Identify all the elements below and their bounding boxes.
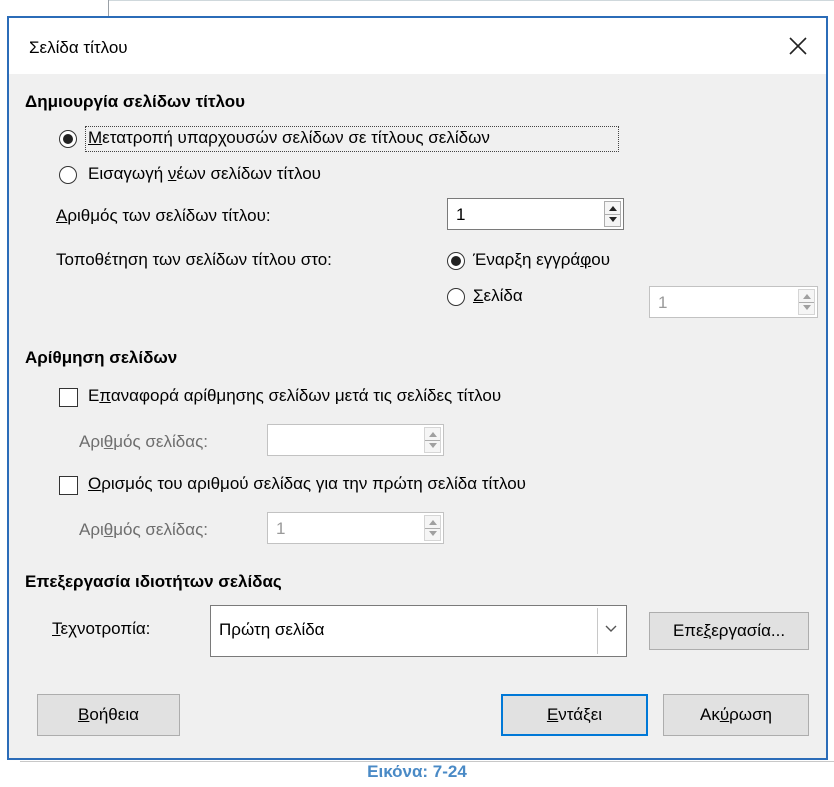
label-insert-new[interactable]: Εισαγωγή νέων σελίδων τίτλου (88, 164, 321, 184)
page-style-value[interactable]: Πρώτη σελίδα (219, 620, 325, 640)
radio-document-start[interactable] (447, 252, 465, 270)
dropdown-button[interactable] (597, 608, 624, 654)
spin-arrows-icon[interactable] (424, 427, 441, 453)
ok-button[interactable]: Εντάξει (501, 694, 648, 736)
section-title-numbering: Αρίθμηση σελίδων (25, 348, 178, 367)
chevron-down-icon (605, 625, 617, 632)
section-title-properties: Επεξεργασία ιδιοτήτων σελίδας (25, 572, 282, 591)
page-position-spin[interactable]: 1 (649, 286, 818, 318)
label-title-page-count: Αριθμός των σελίδων τίτλου: (56, 206, 271, 225)
label-convert-existing[interactable]: Μετατροπή υπαρχουσών σελίδων σε τίτλους … (88, 128, 490, 148)
label-placement: Τοποθέτηση των σελίδων τίτλου στο: (56, 250, 332, 269)
page-style-select[interactable]: Πρώτη σελίδα (210, 605, 627, 657)
document-page-edge (108, 0, 834, 1)
figure-caption: Εικόνα: 7-24 (367, 762, 467, 781)
label-set-first-number[interactable]: Ορισμός του αριθμού σελίδας για την πρώτ… (88, 474, 526, 494)
label-first-page-number: Αριθμός σελίδας: (79, 520, 208, 539)
first-page-number-value[interactable]: 1 (276, 519, 285, 539)
cancel-button[interactable]: Ακύρωση (663, 694, 809, 736)
page-position-value[interactable]: 1 (658, 293, 667, 313)
spin-arrows-icon[interactable] (798, 289, 815, 315)
radio-insert-new[interactable] (59, 166, 77, 184)
dialog-titlebar: Σελίδα τίτλου (9, 18, 826, 74)
dialog-body: Δημιουργία σελίδων τίτλου Μετατροπή υπαρ… (9, 74, 826, 758)
close-icon (789, 37, 807, 55)
spin-arrows-icon[interactable] (424, 515, 441, 541)
label-reset-numbering[interactable]: Επαναφορά αρίθμησης σελίδων μετά τις σελ… (88, 386, 501, 406)
label-document-start[interactable]: Έναρξη εγγράφου (473, 250, 610, 270)
radio-convert-existing[interactable] (59, 130, 77, 148)
title-page-count-value[interactable]: 1 (456, 205, 465, 225)
checkbox-reset-numbering[interactable] (59, 388, 78, 407)
radio-page[interactable] (447, 288, 465, 306)
section-title-creation: Δημιουργία σελίδων τίτλου (25, 92, 246, 111)
title-page-dialog: Σελίδα τίτλου Δημιουργία σελίδων τίτλου … (7, 16, 828, 760)
edit-button[interactable]: Επεξεργασία... (649, 612, 809, 650)
first-page-number-spin[interactable]: 1 (267, 512, 444, 544)
checkbox-set-first-number[interactable] (59, 476, 78, 495)
spin-arrows-icon[interactable] (604, 201, 621, 227)
help-button[interactable]: Βοήθεια (37, 694, 180, 736)
label-page[interactable]: Σελίδα (473, 286, 523, 306)
dialog-title: Σελίδα τίτλου (29, 38, 128, 57)
title-page-count-spin[interactable]: 1 (447, 198, 624, 230)
label-page-style: Τεχνοτροπία: (52, 619, 151, 638)
close-button[interactable] (780, 28, 816, 64)
reset-page-number-spin[interactable] (267, 424, 444, 456)
label-reset-page-number: Αριθμός σελίδας: (79, 432, 208, 451)
